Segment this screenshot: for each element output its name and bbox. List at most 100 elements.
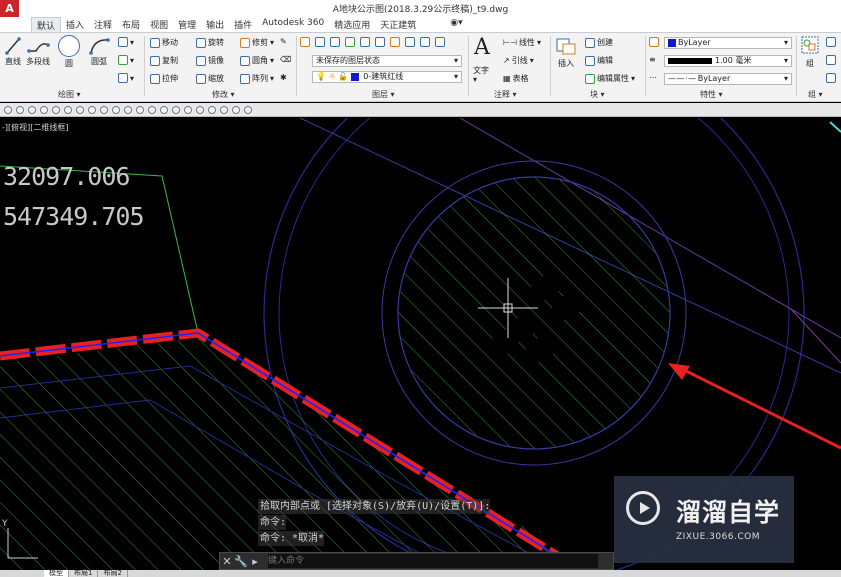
insert-block-button[interactable]: 插入 [555, 35, 577, 69]
hatch-icon[interactable]: ▾ [118, 55, 134, 65]
current-layer-dropdown[interactable]: 💡 ☼ 🔓 0-建筑红线 ▾ [312, 71, 462, 83]
tab-tangent-architecture[interactable]: 天正建筑 [375, 17, 421, 32]
tab-layout[interactable]: 布局 [117, 17, 145, 32]
group-panel-label[interactable]: 组 ▾ [808, 89, 823, 100]
group-select-icon[interactable] [826, 73, 836, 83]
viewport-controls[interactable]: -][俯视][二维线框] [2, 122, 69, 133]
tab-plugins[interactable]: 插件 [229, 17, 257, 32]
toolbar-icon[interactable] [232, 106, 240, 114]
explode-icon[interactable]: ✱ [280, 73, 287, 82]
group-button[interactable]: 组 [800, 35, 820, 69]
tab-layout2[interactable]: 布局2 [98, 570, 128, 577]
line-button[interactable]: 直线 [4, 37, 22, 67]
layer-tool-icon[interactable] [420, 37, 430, 47]
window-title: A地块公示图(2018.3.29公示终稿)_t9.dwg [332, 5, 509, 15]
color-dropdown[interactable]: ByLayer ▾ [664, 37, 792, 49]
drawing-canvas[interactable]: Y -][俯视][二维线框] 32097.006 547349.705 拾取内部… [0, 118, 841, 570]
lineweight-dropdown[interactable]: 1.00 毫米 ▾ [664, 55, 792, 67]
tab-insert[interactable]: 插入 [61, 17, 89, 32]
layer-tool-icon[interactable] [435, 37, 445, 47]
layer-tool-icon[interactable] [315, 37, 325, 47]
polyline-button[interactable]: 多段线 [26, 37, 50, 67]
command-input[interactable] [268, 554, 598, 568]
ribbon-minimize-icon[interactable]: ◉▾ [445, 17, 467, 32]
rotate-button[interactable]: 旋转 [196, 37, 224, 48]
region-icon[interactable]: ▾ [118, 73, 134, 83]
toolbar-icon[interactable] [184, 106, 192, 114]
match-properties-icon[interactable] [649, 37, 659, 47]
create-block-button[interactable]: 创建 [585, 37, 613, 48]
tab-manage[interactable]: 管理 [173, 17, 201, 32]
text-dropdown-icon[interactable]: ▾ [473, 75, 477, 84]
toolbar-icon[interactable] [88, 106, 96, 114]
toolbar-icon[interactable] [160, 106, 168, 114]
toolbar-icon[interactable] [124, 106, 132, 114]
layer-state-dropdown[interactable]: 未保存的图层状态 ▾ [312, 55, 462, 67]
pencil-icon[interactable]: ✎ [280, 37, 287, 46]
move-button[interactable]: 移动 [150, 37, 178, 48]
tab-autodesk-360[interactable]: Autodesk 360 [257, 17, 329, 32]
text-icon[interactable]: A [474, 35, 490, 60]
toolbar-icon[interactable] [52, 106, 60, 114]
layer-tool-icon[interactable] [405, 37, 415, 47]
tab-annotate[interactable]: 注释 [89, 17, 117, 32]
table-button[interactable]: ▦ 表格 [503, 73, 529, 84]
tab-view[interactable]: 视图 [145, 17, 173, 32]
toolbar-icon[interactable] [40, 106, 48, 114]
tab-featured-apps[interactable]: 精选应用 [329, 17, 375, 32]
toolbar-icon[interactable] [208, 106, 216, 114]
layer-tool-icon[interactable] [345, 37, 355, 47]
trim-button[interactable]: 修剪 ▾ [240, 37, 274, 48]
toolbar-icon[interactable] [148, 106, 156, 114]
stretch-button[interactable]: 拉伸 [150, 73, 178, 84]
watermark-title: 溜溜自学 [676, 498, 781, 527]
erase-icon[interactable]: ⌫ [280, 55, 291, 64]
layer-tool-icon[interactable] [360, 37, 370, 47]
toolbar-icon[interactable] [196, 106, 204, 114]
layer-tool-icon[interactable] [330, 37, 340, 47]
toolbar-icon[interactable] [244, 106, 252, 114]
toolbar-icon[interactable] [172, 106, 180, 114]
mirror-button[interactable]: 镜像 [196, 55, 224, 66]
copy-button[interactable]: 复制 [150, 55, 178, 66]
draw-panel-label[interactable]: 绘图 ▾ [58, 89, 81, 100]
wrench-icon[interactable]: 🔧 [234, 555, 248, 568]
command-prompt-icon[interactable]: ▸ [248, 555, 262, 568]
ungroup-icon[interactable] [826, 37, 836, 47]
toolbar-icon[interactable] [4, 106, 12, 114]
edit-block-button[interactable]: 编辑 [585, 55, 613, 66]
toolbar-icon[interactable] [100, 106, 108, 114]
toolbar-icon[interactable] [76, 106, 84, 114]
tab-default[interactable]: 默认 [31, 17, 62, 32]
edit-attributes-button[interactable]: 编辑属性 ▾ [585, 73, 635, 84]
layer-tool-icon[interactable] [390, 37, 400, 47]
tab-layout1[interactable]: 布局1 [69, 570, 99, 577]
linetype-dropdown[interactable]: — — · — ByLayer ▾ [664, 73, 792, 85]
linear-dimension-button[interactable]: ⊢⊣ 线性 ▾ [503, 37, 541, 48]
tab-model[interactable]: 模型 [44, 570, 69, 577]
rectangle-icon[interactable]: ▾ [118, 37, 134, 47]
toolbar-icon[interactable] [16, 106, 24, 114]
annotation-panel-label[interactable]: 注释 ▾ [494, 89, 517, 100]
modify-panel-label[interactable]: 修改 ▾ [212, 89, 235, 100]
close-icon[interactable]: ✕ [220, 555, 234, 568]
group-edit-icon[interactable] [826, 55, 836, 65]
properties-panel-label[interactable]: 特性 ▾ [700, 89, 723, 100]
toolbar-icon[interactable] [136, 106, 144, 114]
layer-properties-icon[interactable] [300, 37, 310, 47]
toolbar-icon[interactable] [28, 106, 36, 114]
toolbar-icon[interactable] [220, 106, 228, 114]
layer-tool-icon[interactable] [375, 37, 385, 47]
circle-button[interactable]: 圆 [58, 35, 80, 69]
array-button[interactable]: 阵列 ▾ [240, 73, 274, 84]
line-icon [4, 37, 22, 55]
tab-output[interactable]: 输出 [201, 17, 229, 32]
leader-button[interactable]: ↗ 引线 ▾ [503, 55, 534, 66]
layer-panel-label[interactable]: 图层 ▾ [372, 89, 395, 100]
toolbar-icon[interactable] [64, 106, 72, 114]
toolbar-icon[interactable] [112, 106, 120, 114]
fillet-button[interactable]: 圆角 ▾ [240, 55, 274, 66]
block-panel-label[interactable]: 块 ▾ [590, 89, 605, 100]
scale-button[interactable]: 缩放 [196, 73, 224, 84]
arc-button[interactable]: 圆弧 [88, 37, 110, 67]
